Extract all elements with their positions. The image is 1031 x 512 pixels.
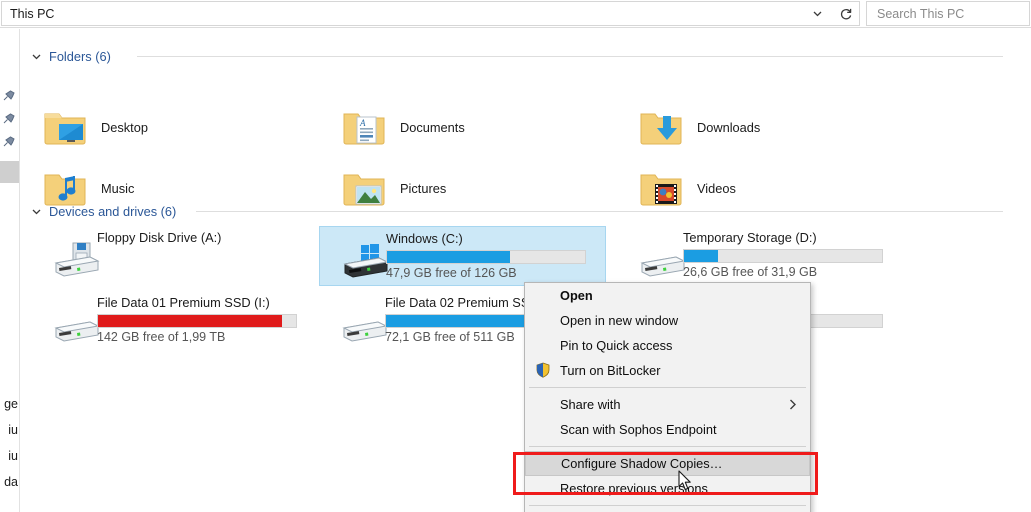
menu-item-open[interactable]: Open — [525, 283, 810, 308]
folder-pictures-icon — [340, 166, 388, 210]
drive-label: Floppy Disk Drive (A:) — [97, 230, 222, 245]
group-divider — [196, 211, 1003, 212]
drive-usage-bar — [386, 250, 586, 264]
chevron-down-icon — [32, 209, 41, 214]
menu-item-label: Pin to Quick access — [560, 338, 673, 353]
group-divider — [137, 56, 1003, 57]
menu-item-scan-with-sophos-endpoint[interactable]: Scan with Sophos Endpoint — [525, 417, 810, 442]
search-input[interactable]: Search This PC — [866, 1, 1030, 26]
folder-label: Pictures — [400, 180, 447, 196]
pin-icon — [3, 90, 15, 101]
pin-icon — [3, 136, 15, 147]
floppy-drive-icon — [54, 242, 100, 277]
group-label: Devices and drives (6) — [49, 203, 177, 219]
folder-item-desktop[interactable]: Desktop — [21, 102, 321, 152]
drive-free-space: 26,6 GB free of 31,9 GB — [683, 265, 818, 279]
group-header-folders[interactable]: Folders (6) — [31, 47, 111, 65]
menu-item-configure-shadow-copies[interactable]: Configure Shadow Copies… — [525, 451, 810, 476]
folder-videos-icon — [637, 166, 685, 210]
chevron-down-icon — [813, 11, 821, 17]
svg-text:A: A — [359, 118, 366, 128]
folder-label: Downloads — [697, 119, 761, 135]
file-explorer-window: This PC Search This PC ge iu iu da Folde… — [0, 0, 1031, 512]
menu-item-open-in-new-window[interactable]: Open in new window — [525, 308, 810, 333]
menu-separator — [529, 505, 806, 506]
drive-item-i[interactable]: File Data 01 Premium SSD (I:) 142 GB fre… — [31, 291, 318, 351]
drive-usage-bar — [683, 249, 883, 263]
folder-label: Desktop — [101, 119, 148, 135]
folder-item-pictures[interactable]: Pictures — [320, 163, 620, 213]
menu-item-pin-to-quick-access[interactable]: Pin to Quick access — [525, 333, 810, 358]
folder-downloads-icon — [637, 105, 685, 149]
group-header-devices[interactable]: Devices and drives (6) — [31, 202, 176, 220]
address-path-input[interactable]: This PC — [1, 1, 802, 26]
menu-item-label: Scan with Sophos Endpoint — [560, 422, 717, 437]
folder-label: Videos — [697, 180, 736, 196]
refresh-button[interactable] — [832, 1, 860, 26]
menu-item-share-with[interactable]: Share with — [525, 392, 810, 417]
menu-separator — [529, 446, 806, 447]
nav-selected-item[interactable] — [0, 161, 19, 183]
drive-item-c[interactable]: Windows (C:) 47,9 GB free of 126 GB — [319, 226, 606, 286]
folder-item-videos[interactable]: Videos — [617, 163, 917, 213]
hard-drive-icon — [342, 321, 388, 342]
drive-free-space: 47,9 GB free of 126 GB — [386, 266, 517, 280]
context-menu: Open Open in new window Pin to Quick acc… — [524, 282, 811, 512]
drive-usage-fill — [98, 315, 283, 327]
nav-item-fragment[interactable]: da — [4, 475, 18, 489]
nav-item-fragment[interactable]: iu — [8, 449, 18, 463]
drive-usage-fill — [684, 250, 718, 262]
drive-free-space: 142 GB free of 1,99 TB — [97, 330, 226, 344]
drive-usage-fill — [387, 251, 510, 263]
mouse-pointer-icon — [678, 470, 691, 491]
windows-drive-icon — [343, 244, 389, 278]
uac-shield-icon — [536, 362, 550, 378]
nav-item-fragment[interactable]: ge — [4, 397, 18, 411]
folder-label: Music — [101, 180, 135, 196]
menu-separator — [529, 387, 806, 388]
menu-item-label: Open — [560, 288, 593, 303]
drive-label: File Data 01 Premium SSD (I:) — [97, 295, 270, 310]
address-dropdown-button[interactable] — [802, 1, 832, 26]
address-bar: This PC Search This PC — [0, 0, 1031, 28]
menu-item-label: Share with — [560, 397, 621, 412]
menu-item-restore-previous-versions[interactable]: Restore previous versions — [525, 476, 810, 501]
menu-item-turn-on-bitlocker[interactable]: Turn on BitLocker — [525, 358, 810, 383]
hard-drive-icon — [54, 321, 100, 342]
pin-icon — [3, 113, 15, 124]
address-path-text: This PC — [10, 6, 55, 21]
drive-label: Temporary Storage (D:) — [683, 230, 817, 245]
navigation-pane[interactable]: ge iu iu da — [0, 29, 20, 512]
hard-drive-icon — [640, 256, 686, 277]
folder-desktop-icon — [41, 105, 89, 149]
group-label: Folders (6) — [49, 48, 111, 64]
nav-item-fragment[interactable]: iu — [8, 423, 18, 437]
drive-item-a[interactable]: Floppy Disk Drive (A:) — [31, 226, 318, 286]
drive-label: Windows (C:) — [386, 231, 463, 246]
folder-documents-icon: A — [340, 105, 388, 149]
folder-label: Documents — [400, 119, 465, 135]
refresh-icon — [840, 8, 851, 19]
menu-item-label: Configure Shadow Copies… — [561, 456, 723, 471]
drive-usage-bar — [97, 314, 297, 328]
menu-item-label: Open in new window — [560, 313, 679, 328]
menu-item-label: Turn on BitLocker — [560, 363, 661, 378]
drive-item-d[interactable]: Temporary Storage (D:) 26,6 GB free of 3… — [617, 226, 904, 286]
chevron-right-icon — [790, 399, 796, 410]
folder-item-downloads[interactable]: Downloads — [617, 102, 917, 152]
chevron-down-icon — [32, 54, 41, 59]
folder-item-documents[interactable]: A Documents — [320, 102, 620, 152]
drive-free-space: 72,1 GB free of 511 GB — [385, 330, 515, 344]
